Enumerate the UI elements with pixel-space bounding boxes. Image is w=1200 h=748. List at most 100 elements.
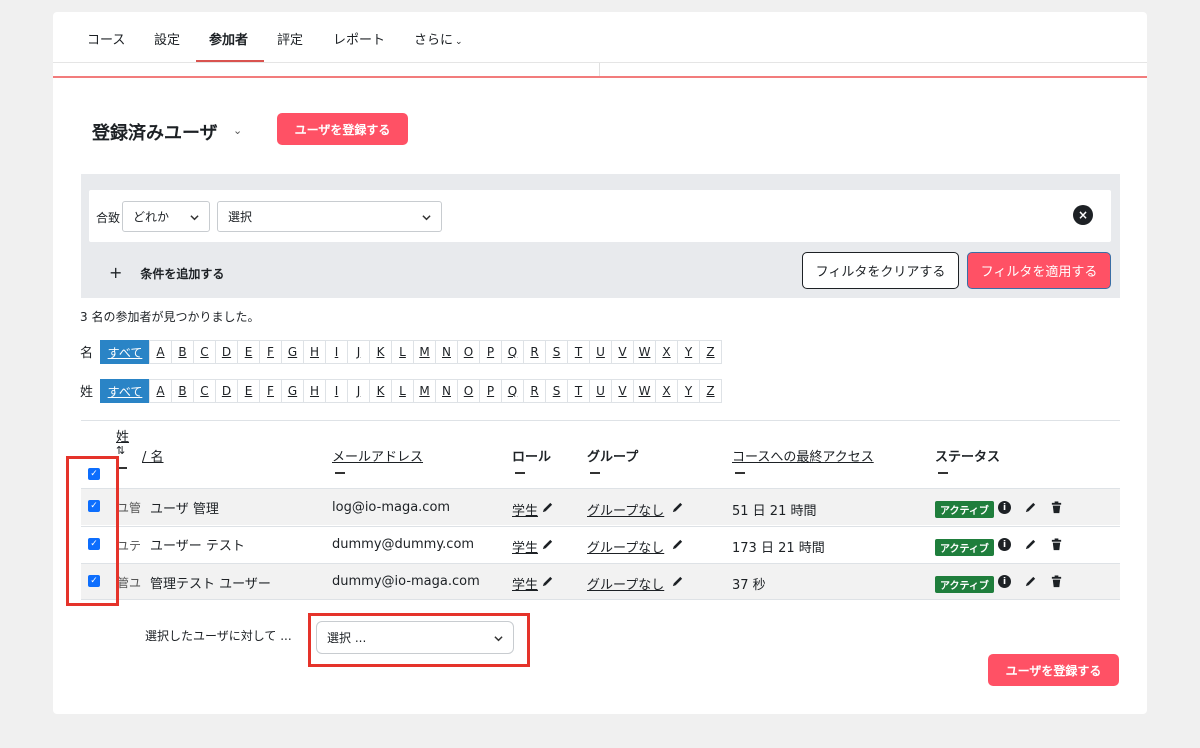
condition-select[interactable]: 選択	[217, 201, 442, 232]
enrol-users-button[interactable]: ユーザを登録する	[277, 113, 408, 145]
info-icon[interactable]: i	[998, 538, 1011, 551]
apply-filters-button[interactable]: フィルタを適用する	[967, 252, 1111, 289]
collapse-column-icon[interactable]	[590, 472, 600, 474]
pencil-icon[interactable]	[671, 538, 684, 551]
firstname-initial-b[interactable]: B	[171, 340, 194, 364]
lastname-initial-n[interactable]: N	[435, 379, 458, 403]
group-link[interactable]: グループなし	[587, 500, 664, 519]
remove-condition-icon[interactable]: ×	[1073, 205, 1093, 225]
collapse-column-icon[interactable]	[515, 472, 525, 474]
lastname-initial-a[interactable]: A	[149, 379, 172, 403]
firstname-initial-k[interactable]: K	[369, 340, 392, 364]
lastname-initial-j[interactable]: J	[347, 379, 370, 403]
firstname-initial-r[interactable]: R	[523, 340, 546, 364]
firstname-initial-l[interactable]: L	[391, 340, 414, 364]
firstname-initial-f[interactable]: F	[259, 340, 282, 364]
lastname-initial-b[interactable]: B	[171, 379, 194, 403]
lastname-initial-x[interactable]: X	[655, 379, 678, 403]
firstname-initial-t[interactable]: T	[567, 340, 590, 364]
info-icon[interactable]: i	[998, 575, 1011, 588]
firstname-initial-w[interactable]: W	[633, 340, 656, 364]
match-select[interactable]: どれか	[122, 201, 210, 232]
lastname-initial-d[interactable]: D	[215, 379, 238, 403]
group-link[interactable]: グループなし	[587, 537, 664, 556]
collapse-column-icon[interactable]	[735, 472, 745, 474]
lastname-initial-r[interactable]: R	[523, 379, 546, 403]
firstname-initial-a[interactable]: A	[149, 340, 172, 364]
tab-more[interactable]: さらに ⌄	[414, 29, 463, 48]
lastname-initial-all[interactable]: すべて	[100, 379, 150, 403]
lastname-initial-e[interactable]: E	[237, 379, 260, 403]
firstname-initial-all[interactable]: すべて	[100, 340, 150, 364]
group-link[interactable]: グループなし	[587, 574, 664, 593]
trash-icon[interactable]	[1050, 538, 1063, 551]
info-icon[interactable]: i	[998, 501, 1011, 514]
firstname-initial-z[interactable]: Z	[699, 340, 722, 364]
sort-lastname-link[interactable]: 姓	[116, 426, 129, 445]
lastname-initial-k[interactable]: K	[369, 379, 392, 403]
user-name-link[interactable]: ユーザ 管理	[150, 498, 219, 517]
lastname-initial-y[interactable]: Y	[677, 379, 700, 403]
tab-course[interactable]: コース	[87, 29, 125, 48]
chevron-down-icon[interactable]: ⌄	[233, 124, 242, 137]
firstname-initial-i[interactable]: I	[325, 340, 348, 364]
firstname-initial-y[interactable]: Y	[677, 340, 700, 364]
lastname-initial-w[interactable]: W	[633, 379, 656, 403]
firstname-initial-s[interactable]: S	[545, 340, 568, 364]
firstname-initial-d[interactable]: D	[215, 340, 238, 364]
lastname-initial-f[interactable]: F	[259, 379, 282, 403]
page-title[interactable]: 登録済みユーザ	[92, 119, 218, 145]
collapse-column-icon[interactable]	[938, 472, 948, 474]
pencil-icon[interactable]	[671, 501, 684, 514]
firstname-initial-h[interactable]: H	[303, 340, 326, 364]
firstname-initial-p[interactable]: P	[479, 340, 502, 364]
lastname-initial-o[interactable]: O	[457, 379, 480, 403]
lastname-initial-t[interactable]: T	[567, 379, 590, 403]
firstname-initial-u[interactable]: U	[589, 340, 612, 364]
role-link[interactable]: 学生	[512, 537, 538, 556]
tab-grades[interactable]: 評定	[277, 29, 303, 48]
lastname-initial-g[interactable]: G	[281, 379, 304, 403]
lastname-initial-s[interactable]: S	[545, 379, 568, 403]
lastname-initial-v[interactable]: V	[611, 379, 634, 403]
trash-icon[interactable]	[1050, 501, 1063, 514]
lastname-initial-i[interactable]: I	[325, 379, 348, 403]
firstname-initial-q[interactable]: Q	[501, 340, 524, 364]
lastname-initial-l[interactable]: L	[391, 379, 414, 403]
firstname-initial-n[interactable]: N	[435, 340, 458, 364]
sort-firstname-link[interactable]: / 名	[142, 446, 164, 465]
trash-icon[interactable]	[1050, 575, 1063, 588]
pencil-icon[interactable]	[1024, 575, 1037, 588]
pencil-icon[interactable]	[541, 538, 554, 551]
lastname-initial-m[interactable]: M	[413, 379, 436, 403]
user-name-link[interactable]: ユーザー テスト	[150, 535, 245, 554]
sort-email-link[interactable]: メールアドレス	[332, 446, 423, 465]
firstname-initial-j[interactable]: J	[347, 340, 370, 364]
pencil-icon[interactable]	[671, 575, 684, 588]
pencil-icon[interactable]	[1024, 538, 1037, 551]
firstname-initial-v[interactable]: V	[611, 340, 634, 364]
firstname-initial-e[interactable]: E	[237, 340, 260, 364]
tab-settings[interactable]: 設定	[154, 29, 180, 48]
role-link[interactable]: 学生	[512, 500, 538, 519]
firstname-initial-x[interactable]: X	[655, 340, 678, 364]
pencil-icon[interactable]	[541, 501, 554, 514]
lastname-initial-c[interactable]: C	[193, 379, 216, 403]
pencil-icon[interactable]	[541, 575, 554, 588]
user-name-link[interactable]: 管理テスト ユーザー	[150, 573, 271, 592]
firstname-initial-o[interactable]: O	[457, 340, 480, 364]
lastname-initial-q[interactable]: Q	[501, 379, 524, 403]
lastname-initial-p[interactable]: P	[479, 379, 502, 403]
pencil-icon[interactable]	[1024, 501, 1037, 514]
tab-participants[interactable]: 参加者	[209, 29, 248, 48]
lastname-initial-h[interactable]: H	[303, 379, 326, 403]
enrol-users-button-bottom[interactable]: ユーザを登録する	[988, 654, 1119, 686]
sort-lastaccess-link[interactable]: コースへの最終アクセス	[732, 446, 874, 465]
collapse-column-icon[interactable]	[335, 472, 345, 474]
tab-reports[interactable]: レポート	[333, 29, 385, 48]
firstname-initial-c[interactable]: C	[193, 340, 216, 364]
clear-filters-button[interactable]: フィルタをクリアする	[802, 252, 959, 289]
firstname-initial-m[interactable]: M	[413, 340, 436, 364]
role-link[interactable]: 学生	[512, 574, 538, 593]
firstname-initial-g[interactable]: G	[281, 340, 304, 364]
